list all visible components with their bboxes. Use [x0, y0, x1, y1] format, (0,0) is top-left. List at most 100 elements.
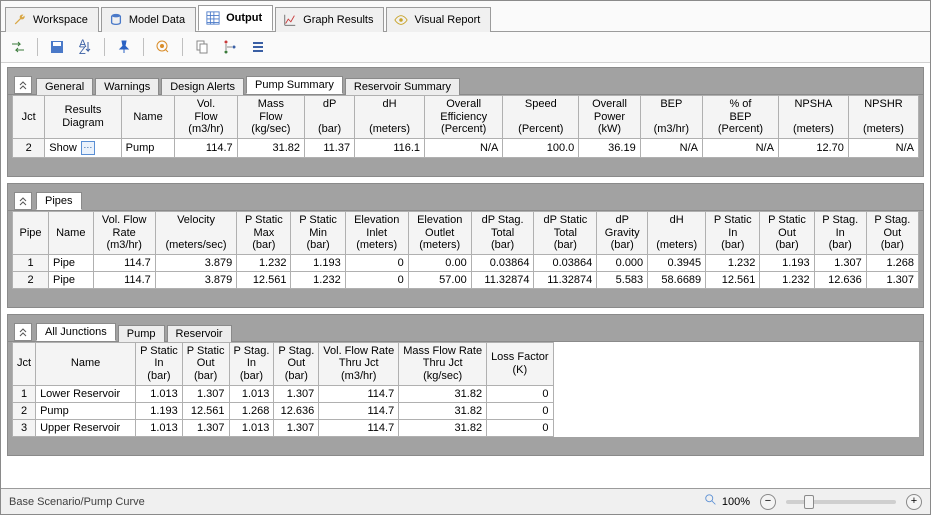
col-bep[interactable]: BEP(m3/hr) [640, 96, 702, 139]
pin-button[interactable] [113, 36, 135, 58]
tab-workspace[interactable]: Workspace [5, 7, 99, 32]
col-loss-factor[interactable]: Loss Factor(K) [487, 342, 553, 385]
transfer-button[interactable] [7, 36, 29, 58]
cell-jct: 2 [13, 138, 45, 157]
copy-button[interactable] [191, 36, 213, 58]
col-pstatic-out[interactable]: P StaticOut(bar) [760, 211, 814, 254]
zoom-slider[interactable] [786, 500, 896, 504]
junctions-panel: All Junctions Pump Reservoir Jct Name P … [7, 314, 924, 456]
col-pstag-in[interactable]: P Stag.In(bar) [229, 342, 274, 385]
pipes-panel: Pipes Pipe Name Vol. FlowRate(m3/hr) Vel… [7, 183, 924, 308]
col-power[interactable]: OverallPower(kW) [579, 96, 640, 139]
col-results-diagram[interactable]: ResultsDiagram [45, 96, 121, 139]
zoom-in-button[interactable]: + [906, 494, 922, 510]
subtab-reservoir-summary[interactable]: Reservoir Summary [345, 78, 460, 95]
col-pstatic-out[interactable]: P StaticOut(bar) [182, 342, 229, 385]
subtab-reservoir[interactable]: Reservoir [167, 325, 232, 342]
col-name[interactable]: Name [49, 211, 94, 254]
col-npshr[interactable]: NPSHR(meters) [848, 96, 918, 139]
subtab-pump[interactable]: Pump [118, 325, 165, 342]
toolbar-separator [182, 38, 183, 56]
col-pstag-out[interactable]: P Stag.Out(bar) [274, 342, 319, 385]
tab-label: Output [226, 12, 262, 24]
col-jct[interactable]: Jct [13, 96, 45, 139]
table-row[interactable]: 1 Lower Reservoir 1.013 1.307 1.013 1.30… [13, 385, 554, 402]
col-dp-gravity[interactable]: dPGravity(bar) [597, 211, 648, 254]
cell-name: Pump [121, 138, 175, 157]
grid-icon [205, 10, 221, 26]
pipes-table: Pipe Name Vol. FlowRate(m3/hr) Velocity(… [12, 211, 919, 289]
tab-visual-report[interactable]: Visual Report [386, 7, 491, 32]
show-diagram-button[interactable]: ⋯ [81, 141, 95, 155]
toolbar: AZ [1, 32, 930, 63]
col-dp-static-total[interactable]: dP StaticTotal(bar) [534, 211, 597, 254]
col-efficiency[interactable]: OverallEfficiency(Percent) [425, 96, 503, 139]
scenario-path: Base Scenario/Pump Curve [9, 496, 145, 508]
subtab-design-alerts[interactable]: Design Alerts [161, 78, 244, 95]
col-mass-flow-rate[interactable]: Mass Flow RateThru Jct(kg/sec) [399, 342, 487, 385]
subtab-all-junctions[interactable]: All Junctions [36, 323, 116, 341]
table-row[interactable]: 3 Upper Reservoir 1.013 1.307 1.013 1.30… [13, 419, 554, 436]
col-speed[interactable]: Speed(Percent) [503, 96, 579, 139]
table-row[interactable]: 2 Show⋯ Pump 114.7 31.82 11.37 116.1 N/A… [13, 138, 919, 157]
col-elev-outlet[interactable]: ElevationOutlet(meters) [408, 211, 471, 254]
subtab-warnings[interactable]: Warnings [95, 78, 159, 95]
tab-output[interactable]: Output [198, 5, 273, 31]
table-row[interactable]: 2 Pump 1.193 12.561 1.268 12.636 114.7 3… [13, 402, 554, 419]
table-row[interactable]: 2 Pipe 114.7 3.879 12.561 1.232 0 57.00 … [13, 271, 919, 288]
junctions-table-wrap: Jct Name P StaticIn(bar) P StaticOut(bar… [12, 342, 919, 437]
panel-filler [8, 441, 923, 455]
col-vol-flow[interactable]: Vol.Flow(m3/hr) [175, 96, 237, 139]
hierarchy-button[interactable] [219, 36, 241, 58]
zoom-slider-thumb[interactable] [804, 495, 814, 509]
sub-tabbar-2: Pipes [8, 184, 923, 211]
pipes-table-wrap: Pipe Name Vol. FlowRate(m3/hr) Velocity(… [12, 211, 919, 289]
col-vol-flow-rate[interactable]: Vol. FlowRate(m3/hr) [93, 211, 155, 254]
col-vol-flow-rate[interactable]: Vol. Flow RateThru Jct(m3/hr) [319, 342, 399, 385]
col-mass-flow[interactable]: MassFlow(kg/sec) [237, 96, 304, 139]
col-dp-stag-total[interactable]: dP Stag.Total(bar) [471, 211, 534, 254]
col-pstatic-max[interactable]: P StaticMax(bar) [237, 211, 291, 254]
goal-button[interactable] [152, 36, 174, 58]
subtab-general[interactable]: General [36, 78, 93, 95]
col-pct-bep[interactable]: % ofBEP(Percent) [702, 96, 778, 139]
zoom-out-button[interactable]: − [760, 494, 776, 510]
subtab-pipes[interactable]: Pipes [36, 192, 82, 210]
eye-icon [393, 12, 409, 28]
wrench-icon [12, 12, 28, 28]
chevron-double-up-icon [18, 327, 28, 337]
col-pipe[interactable]: Pipe [13, 211, 49, 254]
tab-label: Model Data [129, 14, 185, 26]
tab-model-data[interactable]: Model Data [101, 7, 196, 32]
col-dh[interactable]: dH(meters) [648, 211, 706, 254]
col-pstatic-in[interactable]: P StaticIn(bar) [706, 211, 760, 254]
col-pstag-in[interactable]: P Stag.In(bar) [814, 211, 866, 254]
col-npsha[interactable]: NPSHA(meters) [778, 96, 848, 139]
tab-label: Visual Report [414, 14, 480, 26]
save-button[interactable] [46, 36, 68, 58]
table-row[interactable]: 1 Pipe 114.7 3.879 1.232 1.193 0 0.00 0.… [13, 254, 919, 271]
collapse-button[interactable] [14, 76, 32, 94]
list-button[interactable] [247, 36, 269, 58]
col-dp[interactable]: dP(bar) [305, 96, 355, 139]
subtab-pump-summary[interactable]: Pump Summary [246, 76, 343, 94]
col-name[interactable]: Name [121, 96, 175, 139]
col-pstatic-in[interactable]: P StaticIn(bar) [136, 342, 183, 385]
collapse-button[interactable] [14, 323, 32, 341]
col-pstatic-min[interactable]: P StaticMin(bar) [291, 211, 345, 254]
chart-icon [282, 12, 298, 28]
col-name[interactable]: Name [36, 342, 136, 385]
collapse-button[interactable] [14, 192, 32, 210]
sort-button[interactable]: AZ [74, 36, 96, 58]
junctions-table: Jct Name P StaticIn(bar) P StaticOut(bar… [12, 342, 554, 437]
col-jct[interactable]: Jct [13, 342, 36, 385]
tab-label: Graph Results [303, 14, 373, 26]
col-pstag-out[interactable]: P Stag.Out(bar) [866, 211, 918, 254]
panel-area: General Warnings Design Alerts Pump Summ… [1, 63, 930, 488]
col-dh[interactable]: dH(meters) [355, 96, 425, 139]
col-velocity[interactable]: Velocity(meters/sec) [155, 211, 236, 254]
col-elev-inlet[interactable]: ElevationInlet(meters) [345, 211, 408, 254]
zoom-level[interactable]: 100% [722, 496, 750, 508]
tab-graph-results[interactable]: Graph Results [275, 7, 384, 32]
chevron-double-up-icon [18, 80, 28, 90]
